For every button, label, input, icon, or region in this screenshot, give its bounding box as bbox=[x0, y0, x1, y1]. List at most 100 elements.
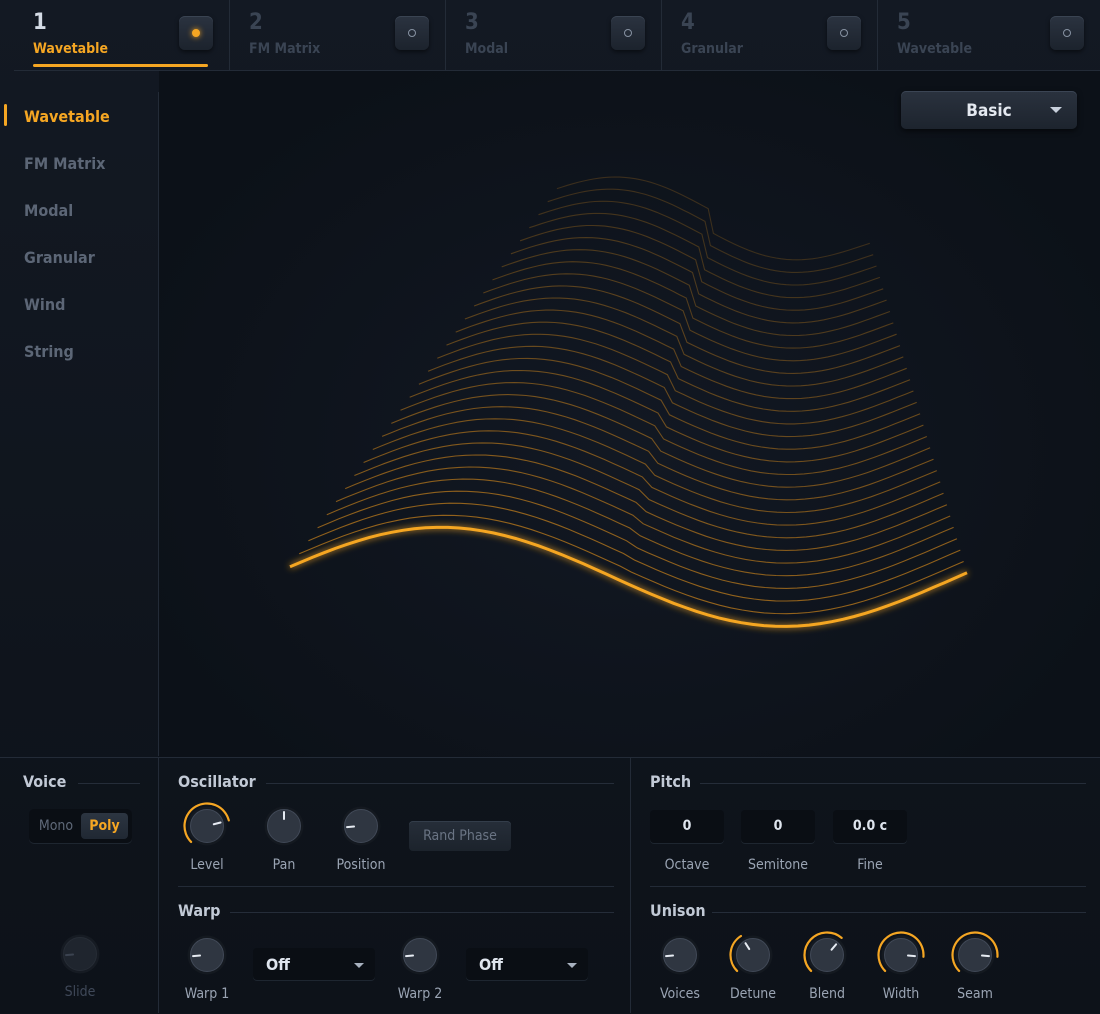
power-indicator-icon bbox=[192, 29, 200, 37]
knob-cap bbox=[736, 938, 770, 972]
wavetable-frame-line bbox=[344, 454, 948, 551]
mono-option[interactable]: Mono bbox=[33, 813, 79, 839]
warp1-mode-dropdown[interactable]: Off bbox=[253, 948, 375, 980]
tab-number: 3 bbox=[465, 10, 479, 35]
wavetable-frame-line bbox=[363, 430, 941, 526]
knob-graphic bbox=[877, 931, 925, 975]
tab-layer-5[interactable]: 5 Wavetable bbox=[878, 0, 1100, 70]
tab-layer-1[interactable]: 1 Wavetable bbox=[14, 0, 230, 70]
pitch-section-title: Pitch bbox=[650, 772, 692, 791]
wavetable-frame-line bbox=[317, 490, 958, 589]
sidebar-item-granular[interactable]: Granular bbox=[24, 248, 95, 267]
voice-mode-toggle: Mono Poly bbox=[29, 809, 132, 843]
wavetable-frame-line bbox=[354, 442, 944, 539]
tab-number: 1 bbox=[33, 10, 47, 35]
tab-active-underline bbox=[33, 64, 208, 67]
warp2-label: Warp 2 bbox=[397, 986, 443, 1002]
detune-label: Detune bbox=[729, 986, 777, 1002]
sidebar-item-fm-matrix[interactable]: FM Matrix bbox=[24, 154, 105, 173]
knob-graphic bbox=[660, 935, 700, 975]
warp1-knob[interactable] bbox=[183, 931, 231, 979]
pan-label: Pan bbox=[272, 857, 296, 873]
blend-label: Blend bbox=[809, 986, 845, 1002]
wavetable-preset-dropdown[interactable]: Basic bbox=[901, 91, 1077, 129]
layer-power-button[interactable] bbox=[611, 16, 645, 50]
poly-option[interactable]: Poly bbox=[81, 813, 128, 839]
tab-layer-4[interactable]: 4 Granular bbox=[662, 0, 878, 70]
blend-knob[interactable] bbox=[803, 931, 851, 979]
tab-name: Granular bbox=[681, 41, 744, 57]
knob-cap bbox=[190, 809, 224, 843]
warp1-mode-value: Off bbox=[266, 955, 290, 974]
width-knob[interactable] bbox=[877, 931, 925, 979]
tab-name: Modal bbox=[465, 41, 509, 57]
sidebar-item-string[interactable]: String bbox=[24, 342, 74, 361]
rand-phase-button[interactable]: Rand Phase bbox=[409, 821, 511, 851]
fine-label: Fine bbox=[857, 857, 883, 873]
octave-label: Octave bbox=[664, 857, 710, 873]
level-label: Level bbox=[190, 857, 224, 873]
seam-label: Seam bbox=[957, 986, 993, 1002]
seam-knob[interactable] bbox=[951, 931, 999, 979]
position-knob[interactable] bbox=[337, 802, 385, 850]
layer-power-button[interactable] bbox=[1050, 16, 1084, 50]
position-label: Position bbox=[336, 857, 386, 873]
slide-label: Slide bbox=[64, 984, 96, 1000]
fine-field[interactable]: 0.0 c bbox=[833, 810, 907, 843]
engine-sidebar: Wavetable FM Matrix Modal Granular Wind … bbox=[0, 92, 159, 756]
tab-name: Wavetable bbox=[897, 41, 973, 57]
width-label: Width bbox=[882, 986, 920, 1002]
sidebar-item-wind[interactable]: Wind bbox=[24, 295, 65, 314]
tab-number: 4 bbox=[681, 10, 695, 35]
knob-pointer bbox=[665, 954, 675, 958]
layer-power-button[interactable] bbox=[179, 16, 213, 50]
semitone-field[interactable]: 0 bbox=[741, 810, 815, 843]
tab-name: Wavetable bbox=[33, 41, 109, 57]
warp-section-title: Warp bbox=[178, 901, 221, 920]
layer-power-button[interactable] bbox=[827, 16, 861, 50]
section-rule bbox=[700, 783, 1086, 784]
knob-pointer bbox=[405, 954, 415, 958]
tab-layer-3[interactable]: 3 Modal bbox=[446, 0, 662, 70]
chevron-down-icon bbox=[1050, 107, 1062, 113]
knob-graphic bbox=[187, 935, 227, 975]
warp2-mode-value: Off bbox=[479, 955, 503, 974]
divider bbox=[178, 886, 614, 887]
tab-number: 2 bbox=[249, 10, 263, 35]
divider bbox=[630, 758, 631, 1013]
layer-power-button[interactable] bbox=[395, 16, 429, 50]
knob-graphic bbox=[400, 935, 440, 975]
warp2-knob[interactable] bbox=[396, 931, 444, 979]
knob-pointer bbox=[906, 954, 916, 958]
tab-number: 5 bbox=[897, 10, 911, 35]
level-knob[interactable] bbox=[183, 802, 231, 850]
tab-layer-2[interactable]: 2 FM Matrix bbox=[230, 0, 446, 70]
knob-cap bbox=[810, 938, 844, 972]
power-indicator-icon bbox=[1063, 29, 1071, 37]
knob-pointer bbox=[65, 953, 75, 957]
slide-knob[interactable] bbox=[56, 930, 104, 978]
oscillator-section-title: Oscillator bbox=[178, 772, 256, 791]
power-indicator-icon bbox=[624, 29, 632, 37]
section-rule bbox=[78, 783, 140, 784]
chevron-down-icon bbox=[567, 963, 577, 968]
sidebar-item-modal[interactable]: Modal bbox=[24, 201, 73, 220]
voices-label: Voices bbox=[660, 986, 700, 1002]
sidebar-item-wavetable[interactable]: Wavetable bbox=[24, 107, 110, 126]
knob-graphic bbox=[183, 802, 230, 846]
unison-section-title: Unison bbox=[650, 901, 706, 920]
wavetable-frame-line bbox=[335, 466, 951, 564]
wavetable-3d-view[interactable] bbox=[159, 71, 1100, 757]
power-indicator-icon bbox=[840, 29, 848, 37]
pan-knob[interactable] bbox=[260, 802, 308, 850]
warp1-label: Warp 1 bbox=[184, 986, 230, 1002]
knob-graphic bbox=[264, 806, 304, 846]
detune-knob[interactable] bbox=[729, 931, 777, 979]
warp2-mode-dropdown[interactable]: Off bbox=[466, 948, 588, 980]
knob-pointer bbox=[980, 954, 990, 958]
voice-section-title: Voice bbox=[23, 772, 67, 791]
divider bbox=[650, 886, 1086, 887]
knob-graphic bbox=[341, 806, 381, 846]
octave-field[interactable]: 0 bbox=[650, 810, 724, 843]
voices-knob[interactable] bbox=[656, 931, 704, 979]
